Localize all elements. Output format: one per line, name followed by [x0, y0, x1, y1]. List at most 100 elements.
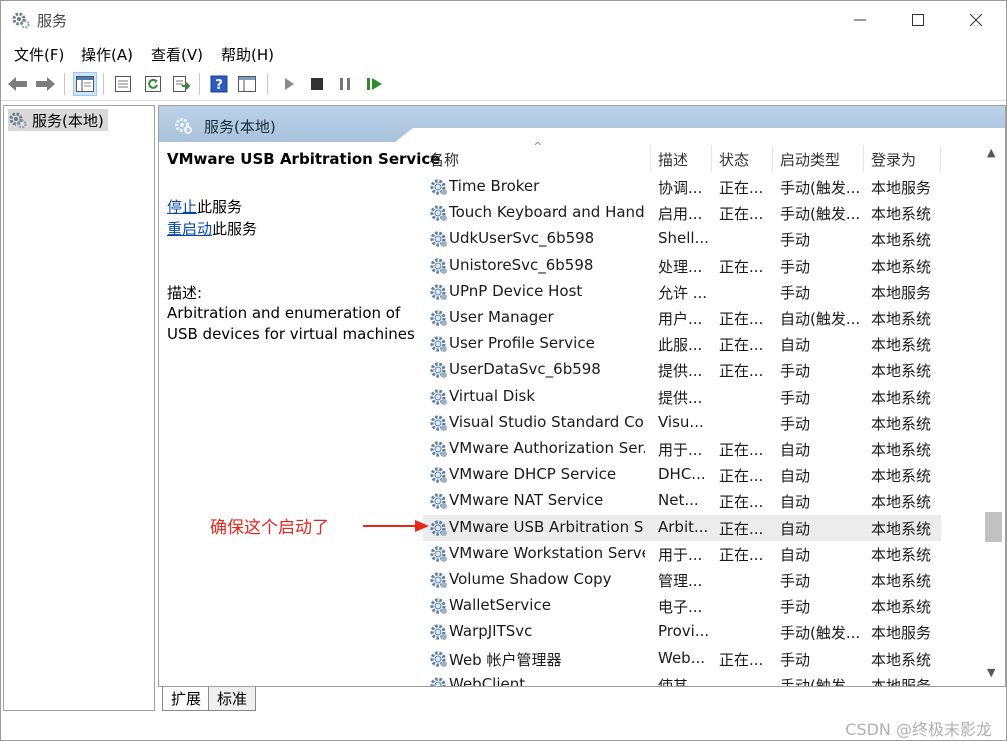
restart-service-button[interactable] — [363, 72, 387, 96]
service-startup-type-cell: 手动(触发... — [780, 205, 861, 224]
service-description-cell: 提供... — [658, 362, 703, 381]
service-gear-icon — [429, 229, 449, 249]
close-button[interactable] — [947, 1, 1005, 39]
service-row[interactable]: VMware DHCP Service DHC... 正在... 自动 本地系统 — [423, 462, 941, 488]
service-row[interactable]: User Manager 用户... 正在... 自动(触发... 本地系统 — [423, 305, 941, 331]
scroll-down-arrow-icon[interactable]: ▼ — [987, 666, 995, 679]
properties-button[interactable] — [111, 72, 135, 96]
service-logon-cell: 本地系统 — [871, 572, 932, 590]
service-startup-type-cell: 手动 — [780, 598, 811, 617]
service-description-cell: 提供... — [658, 388, 703, 407]
service-row[interactable]: UserDataSvc_6b598 提供... 正在... 手动 本地系统 — [423, 357, 941, 383]
export-list-icon — [173, 76, 190, 92]
service-startup-type-cell: 自动(触发... — [780, 310, 861, 328]
back-arrow-icon — [8, 77, 27, 91]
menu-action[interactable]: 操作(A) — [81, 44, 133, 65]
service-startup-type-cell: 自动 — [780, 545, 811, 564]
annotation-text: 确保这个启动了 — [210, 518, 329, 538]
maximize-button[interactable] — [889, 1, 947, 39]
service-logon-cell: 本地系统 — [871, 310, 932, 328]
service-row[interactable]: VMware Workstation Server 用于... 正在... 自动 本地系… — [423, 541, 941, 567]
back-button[interactable] — [6, 72, 30, 96]
refresh-button[interactable] — [141, 72, 165, 96]
service-name-cell: UdkUserSvc_6b598 — [449, 229, 595, 248]
forward-button[interactable] — [33, 72, 57, 96]
service-gear-icon — [429, 491, 449, 511]
restart-service-link[interactable]: 重启动 — [167, 220, 212, 238]
vertical-scrollbar[interactable]: ▲ ▼ — [983, 142, 1005, 686]
header-tab-edge — [395, 128, 413, 142]
scroll-up-arrow-icon[interactable]: ▲ — [987, 146, 995, 159]
service-row[interactable]: VMware Authorization Ser... 用于... 正在... 自动 本… — [423, 436, 941, 462]
column-header-status[interactable]: 状态 — [713, 146, 773, 172]
stop-service-link[interactable]: 停止 — [167, 198, 197, 216]
service-startup-type-cell: 手动(触发... — [780, 676, 861, 686]
service-row[interactable]: WebClient 使其... 手动(触发... 本地服务 — [423, 672, 941, 686]
service-logon-cell: 本地系统 — [871, 231, 932, 250]
service-startup-type-cell: 手动 — [780, 362, 811, 381]
service-startup-type-cell: 手动 — [780, 257, 811, 276]
column-header-logon-as-label: 登录为 — [871, 150, 917, 169]
service-row[interactable]: Visual Studio Standard Coll... Visu... 手动 本… — [423, 410, 941, 436]
menu-file[interactable]: 文件(F) — [14, 44, 64, 65]
menu-help[interactable]: 帮助(H) — [221, 44, 274, 65]
tab-standard[interactable]: 标准 — [208, 687, 257, 711]
service-row[interactable]: VMware NAT Service Net... 正在... 自动 本地系统 — [423, 488, 941, 514]
service-logon-cell: 本地系统 — [871, 388, 932, 407]
description-line: Arbitration and enumeration of — [167, 304, 401, 322]
console-button[interactable] — [235, 72, 259, 96]
column-header-description[interactable]: 描述 — [652, 146, 712, 172]
service-logon-cell: 本地服务 — [871, 676, 932, 686]
watermark: CSDN @终极末影龙 — [845, 720, 992, 739]
services-gear-icon — [12, 12, 30, 29]
service-gear-icon — [429, 360, 449, 380]
minimize-button[interactable] — [831, 1, 889, 39]
column-header-logon-as[interactable]: 登录为 — [865, 146, 941, 172]
show-hide-tree-button[interactable] — [73, 72, 97, 96]
service-startup-type-cell: 自动 — [780, 493, 811, 512]
service-row[interactable]: Web 帐户管理器 Web... 正在... 手动 本地系统 — [423, 646, 941, 672]
export-list-button[interactable] — [169, 72, 193, 96]
pause-service-icon — [340, 78, 350, 90]
toolbar-separator — [103, 73, 104, 95]
menu-view[interactable]: 查看(V) — [151, 44, 203, 65]
scroll-thumb[interactable] — [985, 512, 1002, 542]
service-startup-type-cell: 手动(触发... — [780, 179, 861, 197]
stop-service-button[interactable] — [305, 72, 329, 96]
tree-item-services-local[interactable]: 服务(本地) — [8, 109, 108, 131]
stop-suffix: 此服务 — [197, 198, 243, 216]
service-startup-type-cell: 自动 — [780, 519, 811, 538]
service-row[interactable]: WalletService 电子... 手动 本地系统 — [423, 593, 941, 619]
pane-header-title: 服务(本地) — [204, 118, 276, 136]
description-text: Arbitration and enumeration of USB devic… — [167, 303, 417, 345]
service-row[interactable]: WarpJITSvc Provi... 手动(触发... 本地服务 — [423, 619, 941, 645]
toolbar-separator — [267, 73, 268, 95]
service-row[interactable]: Time Broker 协调... 正在... 手动(触发... 本地服务 — [423, 174, 941, 200]
service-row[interactable]: Touch Keyboard and Hand... 启用... 正在... 手动(触… — [423, 200, 941, 226]
service-gear-icon — [429, 413, 449, 433]
service-row[interactable]: Virtual Disk 提供... 手动 本地系统 — [423, 384, 941, 410]
tree-pane: 服务(本地) — [3, 105, 155, 711]
service-name-cell: WebClient — [449, 674, 526, 686]
service-name-cell: User Profile Service — [449, 334, 595, 353]
service-logon-cell: 本地服务 — [871, 624, 932, 643]
services-gear-icon — [9, 112, 27, 129]
start-service-button[interactable] — [277, 72, 301, 96]
service-description-cell: Net... — [658, 491, 699, 510]
column-header-name[interactable]: 名称 ^ — [423, 142, 651, 172]
column-header-startup-type[interactable]: 启动类型 — [774, 146, 864, 172]
tab-extended[interactable]: 扩展 — [162, 687, 211, 711]
service-row[interactable]: Volume Shadow Copy 管理... 手动 本地系统 — [423, 567, 941, 593]
service-row[interactable]: UnistoreSvc_6b598 处理... 正在... 手动 本地系统 — [423, 253, 941, 279]
menu-bar: 文件(F) 操作(A) 查看(V) 帮助(H) — [1, 41, 1006, 67]
service-row[interactable]: UPnP Device Host 允许 ... 手动 本地服务 — [423, 279, 941, 305]
service-row[interactable]: UdkUserSvc_6b598 Shell... 手动 本地系统 — [423, 226, 941, 252]
service-gear-icon — [429, 570, 449, 590]
help-button[interactable]: ? — [207, 72, 231, 96]
service-row[interactable]: VMware USB Arbitration S... Arbit... 正在...… — [423, 514, 941, 541]
pause-service-button[interactable] — [333, 72, 357, 96]
stop-action-line: 停止此服务 — [167, 196, 242, 217]
service-gear-icon — [429, 518, 449, 538]
service-row[interactable]: User Profile Service 此服... 正在... 自动 本地系统 — [423, 331, 941, 357]
services-list: 名称 ^ 描述 状态 启动类型 登录为 Time Broker 协调... 正在..… — [423, 142, 983, 686]
